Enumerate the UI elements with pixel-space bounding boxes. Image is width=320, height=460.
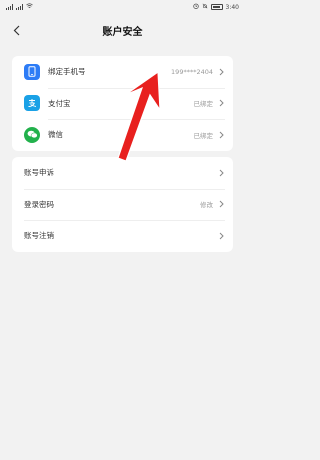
chevron-right-icon (219, 232, 225, 240)
phone-icon (24, 63, 40, 80)
header: 账户安全 (0, 18, 245, 42)
account-card: 账号申诉 登录密码 修改 账号注销 (12, 157, 233, 252)
status-right: 3:40 (192, 3, 239, 11)
row-label: 登录密码 (24, 199, 54, 209)
row-bind-phone[interactable]: 绑定手机号 199****2404 (12, 56, 233, 88)
row-label: 绑定手机号 (48, 67, 86, 77)
binding-card: 绑定手机号 199****2404 支付宝 已绑定 微信 已绑定 (12, 56, 233, 151)
battery-icon (210, 4, 223, 10)
alarm-icon (192, 3, 199, 11)
signal-icon (16, 4, 23, 10)
bind-status-value: 已绑定 (193, 100, 214, 109)
bind-status-value: 已绑定 (193, 131, 214, 140)
row-bind-alipay[interactable]: 支付宝 已绑定 (12, 87, 233, 120)
chevron-right-icon (219, 99, 225, 107)
wifi-icon (26, 3, 33, 11)
row-login-password[interactable]: 登录密码 修改 (12, 188, 233, 221)
chevron-right-icon (219, 200, 225, 208)
chevron-left-icon (13, 25, 19, 35)
phone-number-value: 199****2404 (171, 67, 213, 76)
alipay-icon (24, 95, 40, 112)
chevron-right-icon (219, 169, 225, 177)
row-bind-wechat[interactable]: 微信 已绑定 (12, 119, 233, 151)
row-account-appeal[interactable]: 账号申诉 (12, 157, 233, 189)
row-label: 账号申诉 (24, 168, 54, 178)
row-account-cancel[interactable]: 账号注销 (12, 220, 233, 252)
status-left (6, 3, 33, 11)
chevron-right-icon (219, 68, 225, 76)
row-label: 微信 (48, 130, 63, 140)
signal-icon (6, 4, 13, 10)
wechat-icon (24, 126, 40, 143)
chevron-right-icon (219, 131, 225, 139)
page-title: 账户安全 (102, 26, 143, 38)
row-label: 支付宝 (48, 98, 71, 108)
modify-value: 修改 (200, 201, 213, 210)
back-button[interactable] (8, 22, 24, 38)
status-bar: 3:40 (0, 0, 245, 14)
status-time: 3:40 (225, 3, 239, 11)
row-label: 账号注销 (24, 231, 54, 241)
mute-icon (202, 3, 208, 11)
